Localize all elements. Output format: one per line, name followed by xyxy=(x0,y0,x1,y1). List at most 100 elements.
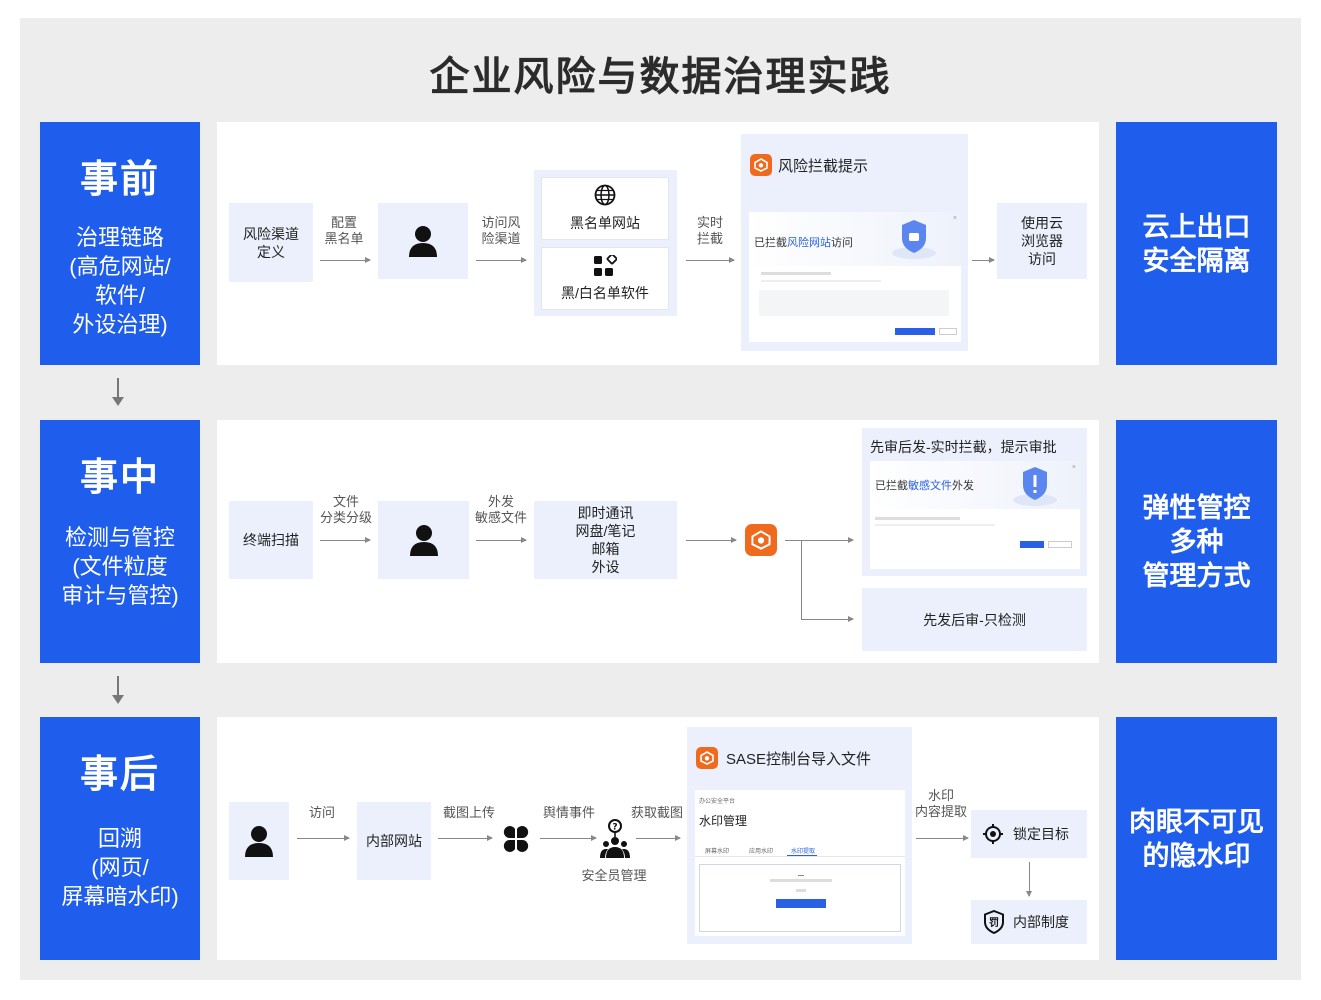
node-lock-target: 锁定目标 xyxy=(971,810,1087,858)
branch-line xyxy=(801,540,802,619)
stage-after: 事后 回溯 (网页/ 屏幕暗水印) xyxy=(40,717,200,960)
flow-arrow xyxy=(476,257,527,263)
sase-breadcrumb: 办公安全平台 xyxy=(699,799,736,805)
popup-blocked-highlight: 风险网站 xyxy=(787,237,831,249)
popup-blocked-prefix: 已拦截 xyxy=(754,237,787,249)
flow-arrow-down xyxy=(1026,862,1032,897)
diagram-title: 企业风险与数据治理实践 xyxy=(429,55,892,99)
node-internal-site: 内部网站 xyxy=(357,802,431,880)
security-officer-icon: ? xyxy=(600,819,630,858)
approval-title: 先审后发-实时拦截，提示审批 xyxy=(870,439,1057,455)
stage-down-arrow xyxy=(112,676,124,704)
approval-blocked-text: 已拦截敏感文件外发 xyxy=(875,477,974,493)
label-realtime-block: 实时 拦截 xyxy=(696,215,723,246)
risk-block-popup: 风险拦截提示 已拦截风险网站访问 × xyxy=(741,134,968,351)
node-internal-policy: 罚 内部制度 xyxy=(971,900,1087,944)
label-watermark-extract: 水印 内容提取 xyxy=(914,788,967,819)
apply-approval-button[interactable] xyxy=(1020,541,1044,548)
flow-arrow xyxy=(686,257,735,263)
user-icon xyxy=(409,525,438,556)
flow-arrow xyxy=(636,835,681,841)
approval-popup: 先审后发-实时拦截，提示审批 已拦截敏感文件外发 × xyxy=(862,428,1087,576)
sase-window: 办公安全平台 水印管理 屏幕水印 应用水印 水印提取 xyxy=(695,790,905,936)
stage-during-desc: 检测与管控 (文件粒度 审计与管控) xyxy=(61,525,179,608)
upload-dropzone[interactable] xyxy=(699,864,901,932)
outcome-flexible-control: 弹性管控 多种 管理方式 xyxy=(1116,420,1277,663)
popup-blocked-suffix: 访问 xyxy=(831,237,853,249)
node-risk-channel: 风险渠道 定义 xyxy=(229,203,313,282)
sase-heading: 水印管理 xyxy=(699,814,748,828)
shield-alert-illustration-icon xyxy=(1013,467,1057,506)
svg-text:罚: 罚 xyxy=(989,917,999,929)
label-screenshot-upload: 截图上传 xyxy=(442,805,495,820)
apply-button[interactable] xyxy=(895,328,935,335)
flow-arrow xyxy=(801,616,854,622)
outcome-invisible-watermark: 肉眼不可见 的隐水印 xyxy=(1116,717,1277,960)
flow-arrow xyxy=(916,835,969,841)
stage-during: 事中 检测与管控 (文件粒度 审计与管控) xyxy=(40,420,200,663)
target-icon xyxy=(983,824,1003,844)
label-file-classify: 文件 分类分级 xyxy=(319,494,372,525)
lock-target-label: 锁定目标 xyxy=(1013,826,1069,842)
shield-illustration-icon xyxy=(892,220,936,259)
cancel-button[interactable] xyxy=(1048,541,1072,548)
label-get-screenshot: 获取截图 xyxy=(630,805,683,820)
stage-before-title: 事前 xyxy=(79,159,160,201)
stage-before: 事前 治理链路 (高危网站/ 软件/ 外设治理) xyxy=(40,122,200,365)
policy-shield-icon: 罚 xyxy=(984,910,1004,934)
outcome-isolation: 云上出口 安全隔离 xyxy=(1116,122,1277,365)
node-detect-only: 先发后审-只检测 xyxy=(862,588,1087,651)
sase-console: SASE控制台导入文件 办公安全平台 水印管理 屏幕水印 应用水印 水印提取 xyxy=(687,727,912,944)
cancel-button[interactable] xyxy=(939,328,957,335)
svg-text:?: ? xyxy=(612,823,617,833)
apps-icon xyxy=(594,253,618,276)
flow-arrow xyxy=(297,835,350,841)
stage-after-title: 事后 xyxy=(79,754,160,796)
flow-arrow xyxy=(320,537,371,543)
tab-app-watermark[interactable]: 应用水印 xyxy=(749,846,773,855)
node-outbound-channels: 即时通讯 网盘/笔记 邮箱 外设 xyxy=(534,501,677,579)
bw-software-card: 黑/白名单软件 xyxy=(541,247,669,310)
user-node xyxy=(378,203,468,279)
label-visit: 访问 xyxy=(308,805,335,820)
select-file-button[interactable] xyxy=(776,899,826,908)
popup-dialog: 已拦截风险网站访问 × xyxy=(749,212,961,342)
approval-blocked-suffix: 外发 xyxy=(952,480,974,492)
stage-down-arrow xyxy=(112,378,124,406)
tab-screen-watermark[interactable]: 屏幕水印 xyxy=(705,846,729,855)
blacklist-site-label: 黑名单网站 xyxy=(570,215,640,231)
user-icon xyxy=(245,826,273,857)
app-logo-icon xyxy=(750,154,772,176)
label-security-admin: 安全员管理 xyxy=(581,868,647,883)
stage-before-desc: 治理链路 (高危网站/ 软件/ 外设治理) xyxy=(69,225,171,337)
flower-app-icon xyxy=(503,826,529,852)
internal-policy-label: 内部制度 xyxy=(1013,914,1069,930)
flow-arrow xyxy=(476,537,527,543)
tab-watermark-extract[interactable]: 水印提取 xyxy=(791,846,815,855)
flow-arrow xyxy=(972,257,995,263)
label-public-event: 舆情事件 xyxy=(542,805,595,820)
popup-blocked-text: 已拦截风险网站访问 xyxy=(754,234,853,250)
flow-arrow xyxy=(686,537,737,543)
approval-dialog: 已拦截敏感文件外发 × xyxy=(870,461,1080,569)
popup-title: 风险拦截提示 xyxy=(778,157,869,175)
flow-arrow xyxy=(320,257,371,263)
bw-software-label: 黑/白名单软件 xyxy=(561,285,649,301)
user-icon xyxy=(409,226,437,257)
app-logo-icon xyxy=(696,747,718,769)
flow-arrow xyxy=(540,835,597,841)
stage-after-desc: 回溯 (网页/ 屏幕暗水印) xyxy=(61,826,179,909)
user-node xyxy=(229,802,289,880)
node-terminal-scan: 终端扫描 xyxy=(229,501,313,579)
flow-arrow xyxy=(785,537,854,543)
blacklist-site-card: 黑名单网站 xyxy=(541,177,669,240)
approval-blocked-prefix: 已拦截 xyxy=(875,480,908,492)
close-icon[interactable]: × xyxy=(1072,464,1076,471)
flow-arrow xyxy=(438,835,493,841)
label-send-sensitive: 外发 敏感文件 xyxy=(474,494,527,525)
sase-title: SASE控制台导入文件 xyxy=(726,750,872,768)
stage-during-title: 事中 xyxy=(79,457,160,499)
label-config-blacklist: 配置 黑名单 xyxy=(324,215,364,246)
approval-blocked-highlight: 敏感文件 xyxy=(908,480,952,492)
close-icon[interactable]: × xyxy=(953,215,957,222)
